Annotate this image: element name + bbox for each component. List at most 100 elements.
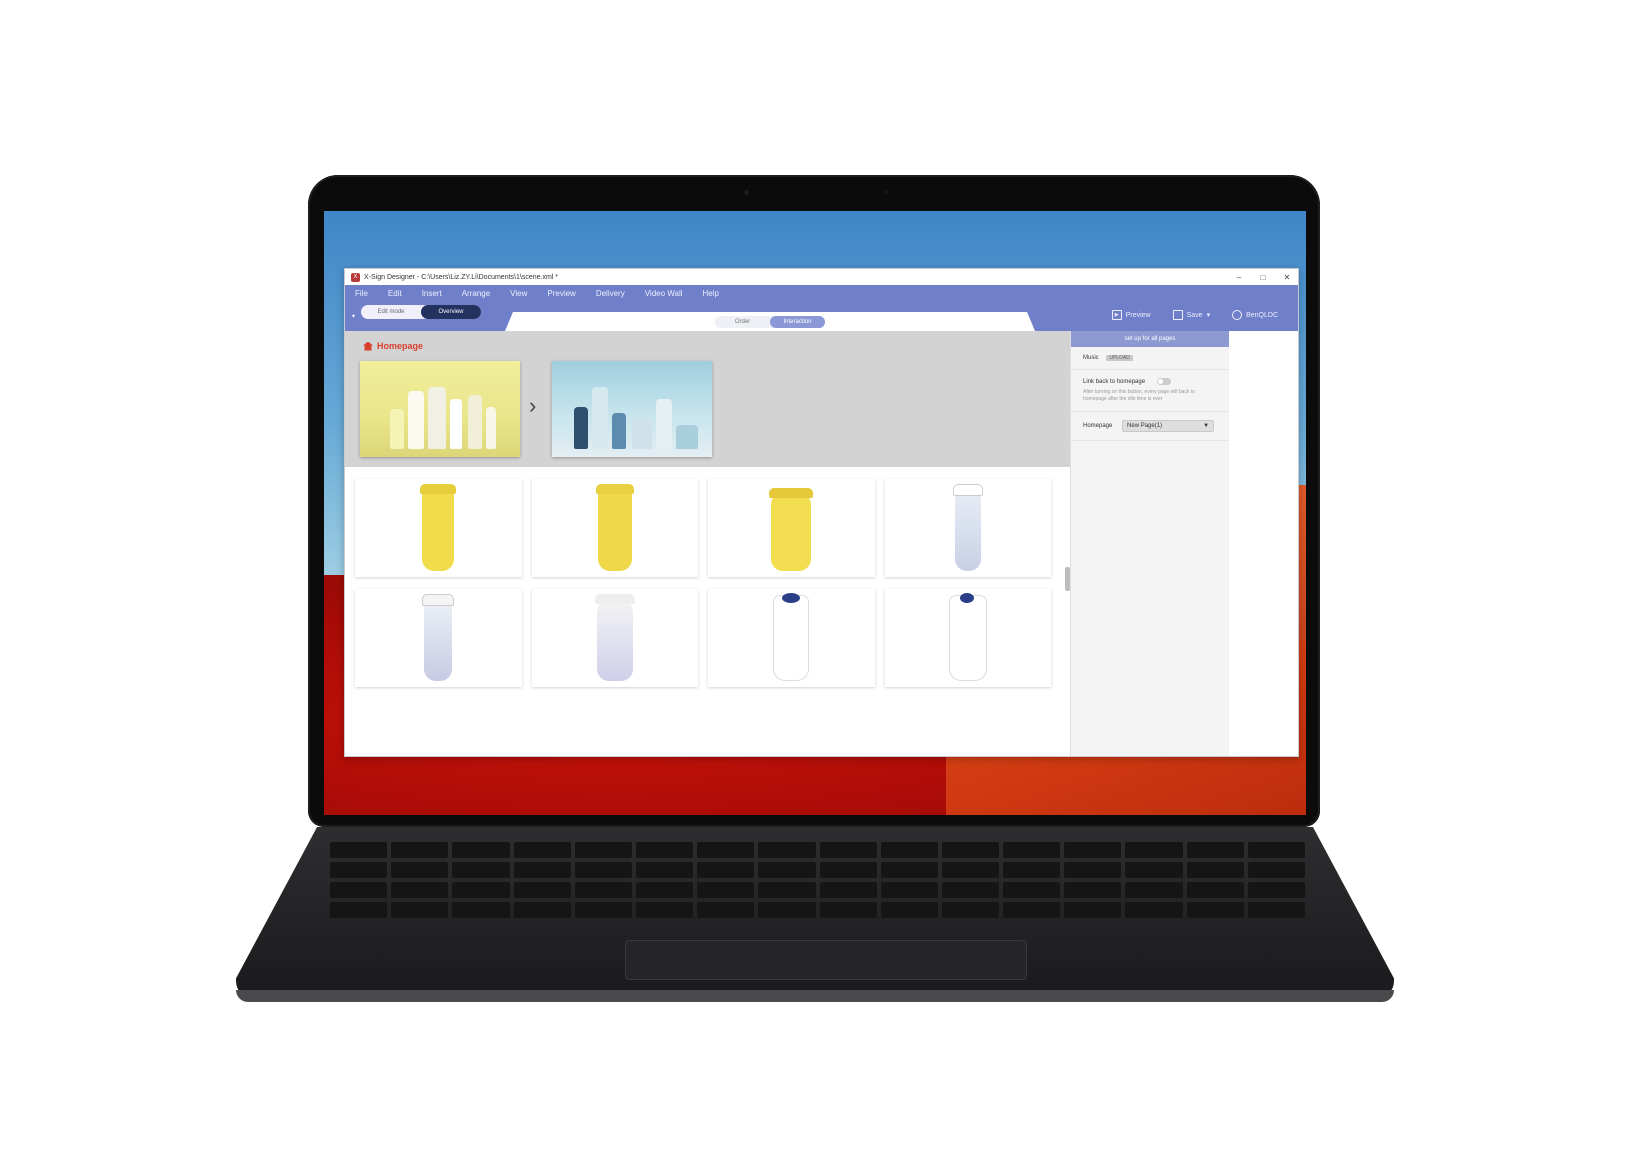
product-tile[interactable]	[884, 479, 1051, 577]
mode-toggle[interactable]: Edit mode Overview	[361, 305, 481, 319]
homepage-select[interactable]: New Page(1) ▼	[1122, 420, 1215, 433]
page-thumbnail-1[interactable]	[360, 361, 520, 457]
thumb-item	[574, 407, 588, 449]
segment-interaction[interactable]: Interaction	[770, 316, 825, 328]
link-back-hint: After turning on this button, every page…	[1083, 389, 1196, 403]
menu-help[interactable]: Help	[703, 289, 719, 298]
straw-cup-image	[594, 594, 635, 681]
app-window: X X-Sign Designer - C:\Users\Liz.ZY.Li\D…	[344, 268, 1299, 757]
save-label: Save	[1186, 311, 1203, 319]
menu-preview[interactable]: Preview	[547, 289, 575, 298]
product-tile[interactable]	[708, 589, 875, 687]
product-tile[interactable]	[884, 589, 1051, 687]
clear-tumbler-image	[952, 484, 983, 571]
keyboard-edge	[236, 990, 1394, 1002]
window-title: X-Sign Designer - C:\Users\Liz.ZY.Li\Doc…	[364, 273, 558, 281]
thumb-item	[468, 395, 482, 449]
menu-bar: File Edit Insert Arrange View Preview De…	[345, 285, 1298, 301]
product-tile[interactable]	[355, 479, 522, 577]
menu-video-wall[interactable]: Video Wall	[645, 289, 683, 298]
homepage-heading: Homepage	[363, 341, 423, 351]
toolbar-actions: ▶ Preview Save ▾ BenQLDC	[1111, 310, 1278, 320]
yellow-tumbler-image	[595, 484, 634, 571]
overview-strip: Homepage ›	[345, 331, 1070, 467]
menu-edit[interactable]: Edit	[388, 289, 402, 298]
menu-view[interactable]: View	[510, 289, 527, 298]
play-icon: ▶	[1111, 310, 1122, 320]
minimize-icon[interactable]: –	[1234, 273, 1244, 282]
app-logo-icon: X	[351, 272, 360, 282]
white-tumbler-image	[773, 593, 810, 681]
preview-button[interactable]: ▶ Preview	[1111, 310, 1151, 320]
menu-insert[interactable]: Insert	[422, 289, 442, 298]
main-canvas: Homepage ›	[345, 331, 1070, 756]
yellow-mug-image	[769, 488, 814, 571]
menu-file[interactable]: File	[355, 289, 368, 298]
upload-button[interactable]: UPLOAD	[1106, 355, 1133, 361]
music-label: Music	[1083, 355, 1099, 361]
tumbler-lid	[769, 488, 814, 498]
thumb-item	[408, 391, 424, 449]
user-button[interactable]: BenQLDC	[1232, 310, 1278, 320]
link-back-label: Link back to homepage	[1083, 379, 1146, 386]
white-tumbler-image	[948, 593, 987, 681]
product-tile[interactable]	[531, 589, 698, 687]
thumb-item	[390, 409, 404, 449]
camera-icon	[744, 190, 749, 195]
page-thumbnail-2[interactable]	[552, 361, 712, 457]
tumbler-lid	[420, 484, 457, 494]
tumbler-lid	[952, 484, 983, 496]
thumb-item	[592, 387, 608, 449]
yellow-tumbler-image	[420, 484, 457, 571]
thumb-item	[450, 399, 462, 449]
home-icon	[363, 341, 373, 351]
product-tile[interactable]	[531, 479, 698, 577]
caret-down-icon: ▼	[1203, 423, 1210, 430]
tumbler-lid	[422, 594, 455, 606]
link-back-row: Link back to homepage After turning on t…	[1071, 370, 1229, 413]
homepage-select-value: New Page(1)	[1127, 423, 1163, 430]
music-row: Music UPLOAD	[1071, 347, 1229, 370]
product-grid	[355, 479, 1051, 687]
caret-down-icon: ▾	[1206, 312, 1211, 319]
user-label: BenQLDC	[1246, 311, 1278, 319]
thumb-item	[486, 407, 496, 449]
user-icon	[1232, 310, 1243, 320]
thumb-item	[656, 399, 672, 449]
product-tile[interactable]	[355, 589, 522, 687]
homepage-label: Homepage	[377, 341, 424, 351]
keyboard-keys	[330, 842, 1305, 932]
clear-tumbler-image	[422, 594, 455, 681]
segment-order[interactable]: Order	[715, 316, 770, 328]
homepage-setting-label: Homepage	[1083, 423, 1113, 430]
product-tile[interactable]	[708, 479, 875, 577]
tumbler-lid	[595, 484, 634, 494]
view-segment[interactable]: Order Interaction	[715, 316, 825, 328]
save-icon	[1172, 310, 1183, 320]
preview-label: Preview	[1125, 311, 1151, 319]
flower-lid	[959, 593, 974, 603]
menu-delivery[interactable]: Delivery	[596, 289, 625, 298]
title-bar: X X-Sign Designer - C:\Users\Liz.ZY.Li\D…	[345, 269, 1298, 285]
link-back-toggle[interactable]	[1156, 378, 1171, 385]
close-icon[interactable]: ✕	[1282, 273, 1292, 282]
thumb-item	[428, 387, 446, 449]
menu-arrange[interactable]: Arrange	[462, 289, 490, 298]
sparkle-icon: ✦	[351, 314, 357, 320]
chevron-right-icon: ›	[529, 393, 537, 418]
thumb-item	[612, 413, 626, 449]
panel-header: set up for all pages	[1071, 331, 1229, 347]
settings-panel: set up for all pages Music UPLOAD Link b…	[1070, 331, 1229, 756]
toolbar: ✦ Edit mode Overview Order Interaction ▶…	[345, 301, 1298, 331]
sensor-icon	[884, 190, 888, 194]
maximize-icon[interactable]: □	[1258, 273, 1268, 282]
window-controls: – □ ✕	[1234, 273, 1292, 282]
flower-lid	[782, 593, 801, 603]
trackpad	[625, 940, 1027, 980]
thumb-item	[676, 425, 698, 449]
overview-option[interactable]: Overview	[421, 305, 481, 319]
homepage-row: Homepage New Page(1) ▼	[1071, 412, 1229, 442]
save-button[interactable]: Save ▾	[1172, 310, 1211, 320]
thumb-item	[632, 419, 652, 449]
edit-mode-option[interactable]: Edit mode	[361, 305, 421, 319]
